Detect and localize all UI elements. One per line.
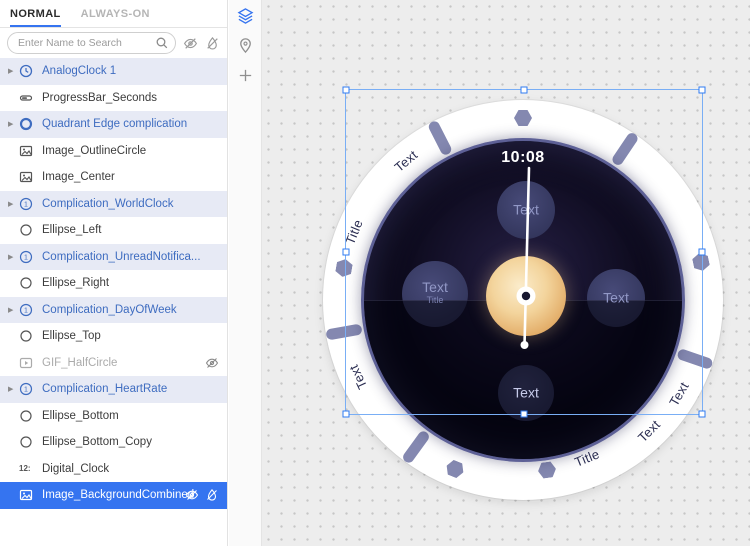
layer-label: Ellipse_Left — [42, 224, 102, 237]
ellipse-icon — [19, 329, 35, 343]
expand-arrow-icon[interactable]: ▶ — [8, 253, 19, 261]
expand-arrow-icon[interactable]: ▶ — [8, 306, 19, 314]
complication-icon: 1 — [19, 382, 35, 396]
ellipse-icon — [19, 435, 35, 449]
ellipse-icon — [19, 223, 35, 237]
gif-icon — [19, 356, 35, 370]
layer-row-ellipse-left[interactable]: Ellipse_Left — [0, 217, 227, 244]
watch-face-studio-app: NORMAL ALWAYS-ON ▶ AnalogClock 1 ProgressB… — [0, 0, 750, 546]
image-icon — [19, 488, 35, 502]
layer-label: Complication_DayOfWeek — [42, 303, 177, 316]
layer-label: Image_Center — [42, 171, 115, 184]
layer-row-progressbar-seconds[interactable]: ProgressBar_Seconds — [0, 85, 227, 112]
design-canvas[interactable]: TextTextTitleTextTitleText Text Text Tit… — [262, 0, 750, 546]
layer-row-image-center[interactable]: Image_Center — [0, 164, 227, 191]
complication-icon: 1 — [19, 250, 35, 264]
expand-arrow-icon[interactable]: ▶ — [8, 385, 19, 393]
layers-panel: NORMAL ALWAYS-ON ▶ AnalogClock 1 ProgressB… — [0, 0, 228, 546]
digital-clock-icon: 12: — [19, 463, 31, 473]
layer-label: Ellipse_Bottom_Copy — [42, 436, 152, 449]
tab-normal[interactable]: NORMAL — [10, 0, 61, 27]
layer-row-digital-clock[interactable]: 12: Digital_Clock — [0, 456, 227, 483]
layer-label: GIF_HalfCircle — [42, 356, 118, 369]
layers-icon[interactable] — [237, 7, 254, 24]
progress-bar-icon — [19, 91, 35, 105]
layer-label: AnalogClock 1 — [42, 65, 117, 78]
pin-icon[interactable] — [237, 37, 254, 54]
tab-always-on[interactable]: ALWAYS-ON — [81, 0, 150, 27]
search-box — [7, 32, 176, 54]
layer-label: Complication_HeartRate — [42, 383, 168, 396]
layer-row-gif-halfcircle[interactable]: GIF_HalfCircle — [0, 350, 227, 377]
complication-icon: 1 — [19, 303, 35, 317]
selection-box — [342, 86, 706, 418]
layer-label: Ellipse_Right — [42, 277, 110, 290]
layer-row-image-backgroundcombined[interactable]: Image_BackgroundCombined — [0, 482, 227, 509]
side-toolstrip — [229, 0, 262, 546]
selection-handle-nw[interactable] — [342, 86, 350, 94]
layer-label: Image_OutlineCircle — [42, 144, 147, 157]
layer-label: Complication_WorldClock — [42, 197, 174, 210]
layer-label: Quadrant Edge complication — [42, 118, 188, 131]
layer-row-quadrant-edge-complication[interactable]: ▶ Quadrant Edge complication — [0, 111, 227, 138]
layer-label: Complication_UnreadNotifica... — [42, 250, 201, 263]
theme-color-off-icon[interactable] — [205, 36, 220, 51]
visibility-off-icon[interactable] — [185, 488, 199, 502]
hide-all-icon[interactable] — [183, 36, 198, 51]
ring-hexagon-shape — [443, 458, 466, 480]
visibility-off-icon[interactable] — [205, 356, 219, 370]
svg-text:1: 1 — [24, 387, 28, 394]
search-row — [0, 28, 227, 58]
svg-text:1: 1 — [24, 201, 28, 208]
svg-text:1: 1 — [24, 254, 28, 261]
analog-clock-icon — [19, 64, 35, 78]
layer-label: ProgressBar_Seconds — [42, 91, 158, 104]
selection-handle-n[interactable] — [520, 86, 528, 94]
layer-row-ellipse-top[interactable]: Ellipse_Top — [0, 323, 227, 350]
complication-icon: 1 — [19, 197, 35, 211]
panel-tabs: NORMAL ALWAYS-ON — [0, 0, 227, 28]
search-icon — [155, 36, 169, 50]
layer-label: Ellipse_Bottom — [42, 409, 119, 422]
selection-handle-e[interactable] — [698, 248, 706, 256]
layer-row-complication-unreadnotifica-[interactable]: ▶ 1 Complication_UnreadNotifica... — [0, 243, 227, 270]
ring-hexagon-shape — [537, 461, 557, 479]
layer-row-ellipse-right[interactable]: Ellipse_Right — [0, 270, 227, 297]
layer-row-image-outlinecircle[interactable]: Image_OutlineCircle — [0, 138, 227, 165]
expand-arrow-icon[interactable]: ▶ — [8, 120, 19, 128]
layer-label: Ellipse_Top — [42, 330, 101, 343]
selection-handle-w[interactable] — [342, 248, 350, 256]
ellipse-icon — [19, 276, 35, 290]
image-icon — [19, 170, 35, 184]
theme-color-off-icon[interactable] — [205, 488, 219, 502]
expand-arrow-icon[interactable]: ▶ — [8, 67, 19, 75]
layer-list: ▶ AnalogClock 1 ProgressBar_Seconds ▶ Quadra… — [0, 58, 227, 509]
selection-handle-sw[interactable] — [342, 410, 350, 418]
selection-handle-se[interactable] — [698, 410, 706, 418]
layer-row-complication-dayofweek[interactable]: ▶ 1 Complication_DayOfWeek — [0, 296, 227, 323]
quadrant-icon — [19, 117, 35, 131]
add-icon[interactable] — [237, 67, 254, 84]
layer-row-analogclock-1[interactable]: ▶ AnalogClock 1 — [0, 58, 227, 85]
layer-label: Image_BackgroundCombined — [42, 489, 195, 502]
search-input[interactable] — [7, 32, 176, 54]
image-icon — [19, 144, 35, 158]
layer-label: Digital_Clock — [42, 462, 110, 475]
layer-row-complication-worldclock[interactable]: ▶ 1 Complication_WorldClock — [0, 190, 227, 217]
selection-handle-ne[interactable] — [698, 86, 706, 94]
layer-row-complication-heartrate[interactable]: ▶ 1 Complication_HeartRate — [0, 376, 227, 403]
layer-row-ellipse-bottom[interactable]: Ellipse_Bottom — [0, 403, 227, 430]
layer-row-ellipse-bottom-copy[interactable]: Ellipse_Bottom_Copy — [0, 429, 227, 456]
ellipse-icon — [19, 409, 35, 423]
svg-text:1: 1 — [24, 307, 28, 314]
selection-handle-s[interactable] — [520, 410, 528, 418]
expand-arrow-icon[interactable]: ▶ — [8, 200, 19, 208]
